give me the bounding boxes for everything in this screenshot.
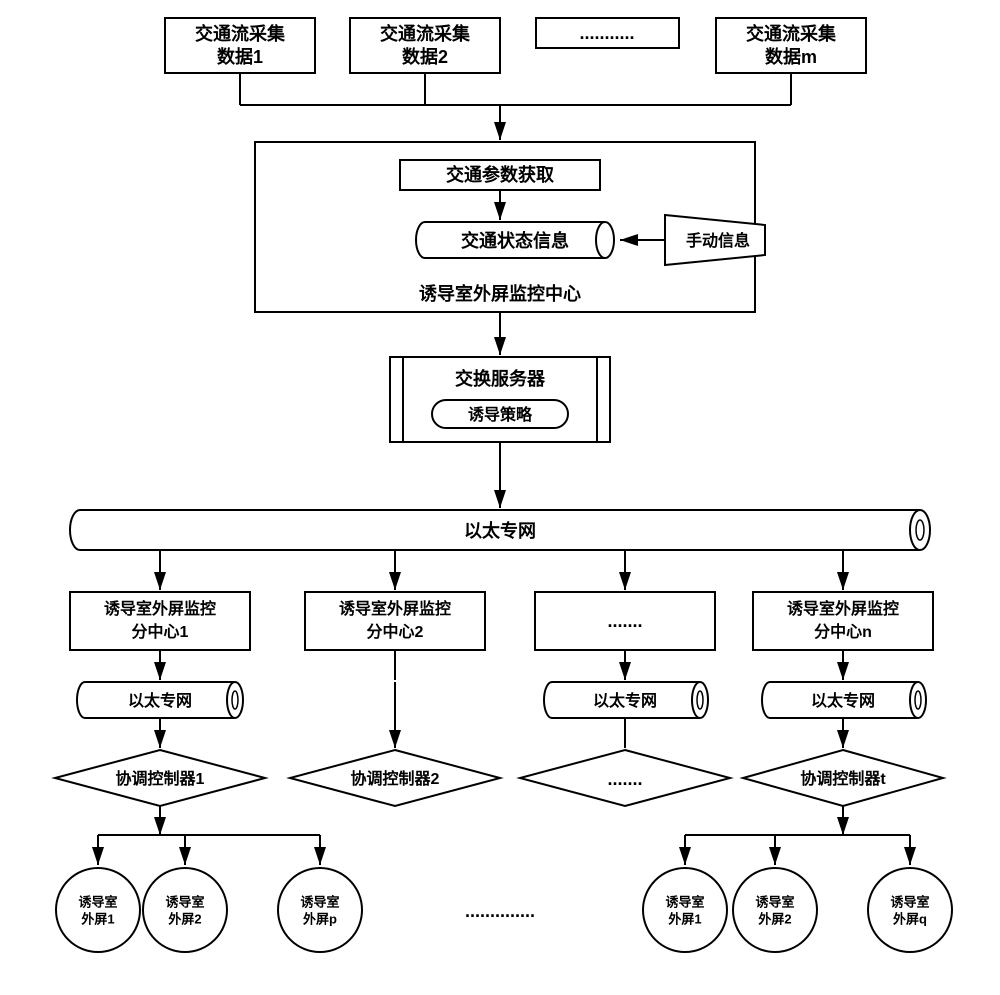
controller-t-label: 协调控制器t xyxy=(800,769,886,788)
screen-rq-line1: 诱导室 xyxy=(890,894,929,909)
subcenter-1-line2: 分中心1 xyxy=(132,622,189,641)
status-info-cylinder: 交通状态信息 xyxy=(416,222,614,258)
screen-r2-line2: 外屏2 xyxy=(757,911,791,926)
screen-rq-line2: 外屏q xyxy=(892,911,927,926)
ethernet-4-label: 以太专网 xyxy=(811,691,875,710)
screen-l1-line2: 外屏1 xyxy=(80,911,114,926)
screen-r1-line2: 外屏1 xyxy=(667,911,701,926)
subcenter-1-line1: 诱导室外屏监控 xyxy=(104,599,216,618)
ethernet-3-label: 以太专网 xyxy=(593,691,657,710)
ethernet-pipe-3: 以太专网 xyxy=(544,682,708,718)
param-acquisition-label: 交通参数获取 xyxy=(446,164,555,185)
screen-left-1: 诱导室 外屏1 xyxy=(56,868,140,952)
monitoring-center-label: 诱导室外屏监控中心 xyxy=(419,283,581,304)
source-box-dots: ........... xyxy=(536,18,679,48)
source-box-m: 交通流采集 数据m xyxy=(716,18,866,73)
screen-lp-line2: 外屏p xyxy=(302,911,337,926)
source-box-2: 交通流采集 数据2 xyxy=(350,18,500,73)
ethernet-main-label: 以太专网 xyxy=(464,520,536,541)
manual-info-label: 手动信息 xyxy=(686,231,750,250)
source-2-line2: 数据2 xyxy=(402,46,448,67)
controller-t: 协调控制器t xyxy=(743,750,943,806)
screen-right-1: 诱导室 外屏1 xyxy=(643,868,727,952)
subcenter-n-line1: 诱导室外屏监控 xyxy=(787,599,899,618)
screen-r1-line1: 诱导室 xyxy=(665,894,704,909)
subcenter-dots: ....... xyxy=(535,592,715,650)
subcenter-2: 诱导室外屏监控 分中心2 xyxy=(305,592,485,650)
controller-dots: ....... xyxy=(520,750,730,806)
screen-l1-line1: 诱导室 xyxy=(78,894,117,909)
subcenter-n-line2: 分中心n xyxy=(814,622,872,641)
screen-right-q: 诱导室 外屏q xyxy=(868,868,952,952)
screens-dots: .............. xyxy=(465,901,535,921)
source-2-line1: 交通流采集 xyxy=(380,23,471,44)
controller-2-label: 协调控制器2 xyxy=(351,769,440,788)
exchange-server-label: 交换服务器 xyxy=(455,368,546,389)
manual-info-trapezoid: 手动信息 xyxy=(665,215,765,265)
source-box-1: 交通流采集 数据1 xyxy=(165,18,315,73)
ethernet-1-label: 以太专网 xyxy=(128,691,192,710)
strategy-label: 诱导策略 xyxy=(468,405,533,424)
controller-1: 协调控制器1 xyxy=(55,750,265,806)
ethernet-pipe-4: 以太专网 xyxy=(762,682,926,718)
source-m-line2: 数据m xyxy=(765,46,817,67)
controller-2: 协调控制器2 xyxy=(290,750,500,806)
source-1-line1: 交通流采集 xyxy=(195,23,286,44)
subcenter-2-line2: 分中心2 xyxy=(367,622,424,641)
screen-l2-line2: 外屏2 xyxy=(167,911,201,926)
screen-left-p: 诱导室 外屏p xyxy=(278,868,362,952)
controller-dots-label: ....... xyxy=(607,769,642,789)
source-dots: ........... xyxy=(579,23,634,43)
architecture-diagram: 交通流采集 数据1 交通流采集 数据2 ........... 交通流采集 数据… xyxy=(0,0,1000,995)
screen-lp-line1: 诱导室 xyxy=(300,894,339,909)
source-m-line1: 交通流采集 xyxy=(746,23,837,44)
screen-right-2: 诱导室 外屏2 xyxy=(733,868,817,952)
monitoring-center-box: 交通参数获取 交通状态信息 手动信息 诱导室外屏监控中心 xyxy=(255,142,765,312)
subcenter-n: 诱导室外屏监控 分中心n xyxy=(753,592,933,650)
screen-left-2: 诱导室 外屏2 xyxy=(143,868,227,952)
subcenter-dots-label: ....... xyxy=(607,611,642,631)
subcenter-1: 诱导室外屏监控 分中心1 xyxy=(70,592,250,650)
screen-r2-line1: 诱导室 xyxy=(755,894,794,909)
ethernet-main-pipe: 以太专网 xyxy=(70,510,930,550)
source-1-line2: 数据1 xyxy=(217,46,263,67)
screen-l2-line1: 诱导室 xyxy=(165,894,204,909)
subcenter-2-line1: 诱导室外屏监控 xyxy=(339,599,451,618)
exchange-server-box: 交换服务器 诱导策略 xyxy=(390,357,610,442)
controller-1-label: 协调控制器1 xyxy=(116,769,205,788)
ethernet-pipe-1: 以太专网 xyxy=(77,682,243,718)
status-info-label: 交通状态信息 xyxy=(461,230,569,251)
